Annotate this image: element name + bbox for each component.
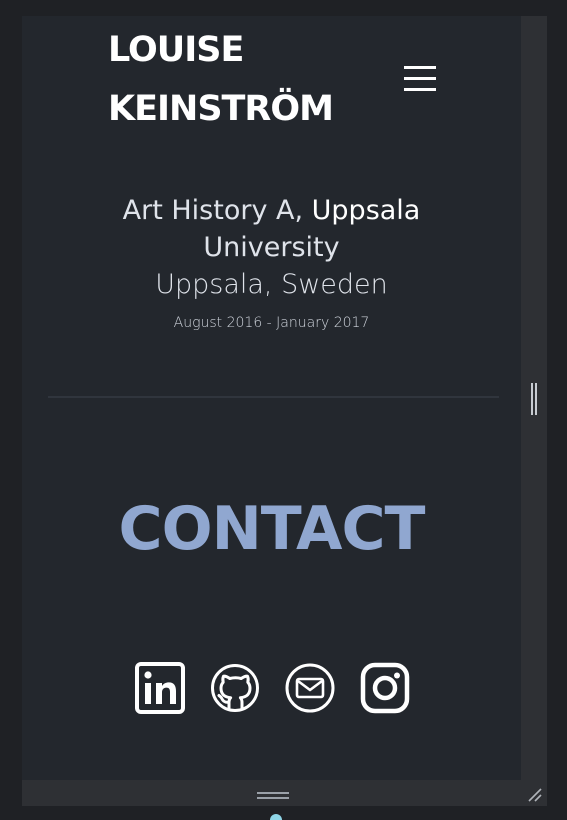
page-viewport: LOUISE KEINSTRÖM Art History A, Uppsala … xyxy=(22,16,521,780)
education-entry: Art History A, Uppsala University Uppsal… xyxy=(22,192,521,332)
hamburger-menu-icon[interactable] xyxy=(404,66,438,92)
section-divider xyxy=(48,396,499,398)
contact-heading: CONTACT xyxy=(118,494,426,564)
site-title-line2: KEINSTRÖM xyxy=(108,89,334,129)
social-links xyxy=(135,662,410,714)
instagram-icon[interactable] xyxy=(360,662,410,714)
github-icon[interactable] xyxy=(210,662,260,714)
email-icon[interactable] xyxy=(285,662,335,714)
site-title[interactable]: LOUISE KEINSTRÖM xyxy=(108,30,334,129)
linkedin-icon[interactable] xyxy=(135,662,185,714)
education-location: Uppsala, Sweden xyxy=(155,269,388,300)
education-course: Art History A, xyxy=(122,195,312,226)
scrollbar-thumb[interactable] xyxy=(531,383,537,415)
indicator-dot xyxy=(270,814,282,820)
resize-grip-icon[interactable] xyxy=(527,787,543,803)
education-dates: August 2016 - January 2017 xyxy=(173,315,370,331)
drag-handle-icon[interactable] xyxy=(257,792,289,800)
education-title: Art History A, Uppsala University xyxy=(22,192,521,266)
education-school-line2: University xyxy=(203,232,340,263)
site-title-line1: LOUISE xyxy=(108,30,244,70)
education-school: Uppsala xyxy=(311,195,421,226)
